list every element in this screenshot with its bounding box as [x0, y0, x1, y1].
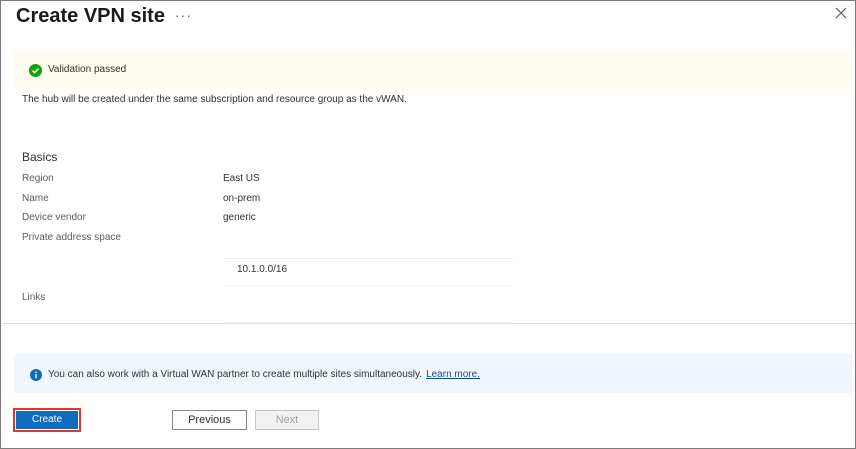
create-vpn-site-panel: Create VPN site ··· Validation passed Th…: [0, 0, 856, 449]
close-icon[interactable]: [835, 7, 851, 23]
region-label: Region: [22, 173, 54, 184]
create-button[interactable]: Create: [16, 411, 78, 429]
name-label: Name: [22, 193, 49, 204]
links-label: Links: [22, 292, 46, 303]
device-vendor-value: generic: [223, 212, 256, 223]
region-value: East US: [223, 173, 260, 184]
address-space-value: 10.1.0.0/16: [237, 264, 288, 275]
device-vendor-label: Device vendor: [22, 212, 86, 223]
learn-more-link[interactable]: Learn more.: [426, 369, 480, 380]
validation-banner: Validation passed: [14, 50, 852, 89]
check-circle-icon: [29, 64, 42, 77]
private-address-space-label: Private address space: [22, 232, 121, 243]
info-message: You can also work with a Virtual WAN par…: [48, 369, 423, 380]
basics-section-title: Basics: [22, 150, 58, 164]
table-divider: [224, 285, 513, 286]
name-value: on-prem: [223, 193, 261, 204]
next-button[interactable]: Next: [255, 410, 319, 430]
address-space-table: 10.1.0.0/16: [224, 258, 513, 323]
hub-note: The hub will be created under the same s…: [22, 94, 407, 105]
info-icon: [30, 368, 42, 381]
more-options-button[interactable]: ···: [175, 7, 192, 23]
info-banner: You can also work with a Virtual WAN par…: [14, 354, 852, 393]
section-divider: [2, 323, 855, 324]
page-title: Create VPN site: [16, 5, 165, 27]
info-text: You can also work with a Virtual WAN par…: [48, 369, 480, 380]
previous-button[interactable]: Previous: [172, 410, 247, 430]
validation-text: Validation passed: [48, 64, 127, 75]
